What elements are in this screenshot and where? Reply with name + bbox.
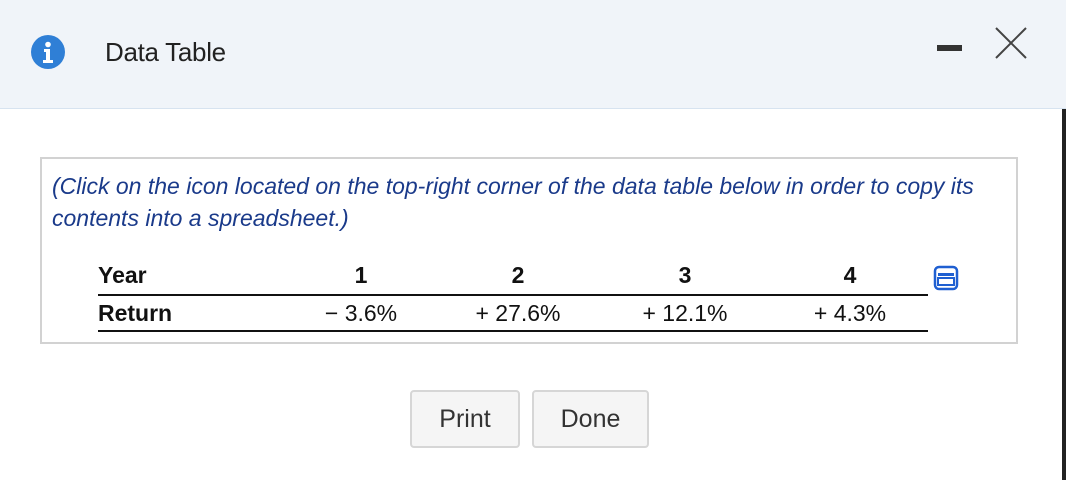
dialog-title: Data Table: [105, 37, 226, 67]
return-label: Return: [98, 300, 173, 326]
return-year-3: + 12.1%: [642, 300, 728, 326]
year-1-header: 1: [354, 262, 368, 288]
close-icon: [995, 27, 1027, 59]
info-icon: [31, 35, 65, 69]
copy-icon[interactable]: [933, 265, 959, 291]
return-year-1: − 3.6%: [324, 300, 398, 326]
minimize-button[interactable]: [934, 36, 964, 60]
return-year-2: + 27.6%: [475, 300, 561, 326]
table-divider: [98, 294, 928, 296]
close-button[interactable]: [994, 26, 1028, 60]
year-4-header: 4: [843, 262, 857, 288]
instruction-text: (Click on the icon located on the top-ri…: [52, 173, 974, 231]
minimize-icon: [937, 45, 962, 51]
year-2-header: 2: [511, 262, 525, 288]
year-header: Year: [98, 262, 147, 288]
window-edge: [1062, 109, 1066, 480]
done-button[interactable]: Done: [532, 390, 649, 448]
return-year-4: + 4.3%: [813, 300, 887, 326]
year-3-header: 3: [678, 262, 692, 288]
print-button[interactable]: Print: [410, 390, 520, 448]
table-bottom-border: [98, 330, 928, 332]
